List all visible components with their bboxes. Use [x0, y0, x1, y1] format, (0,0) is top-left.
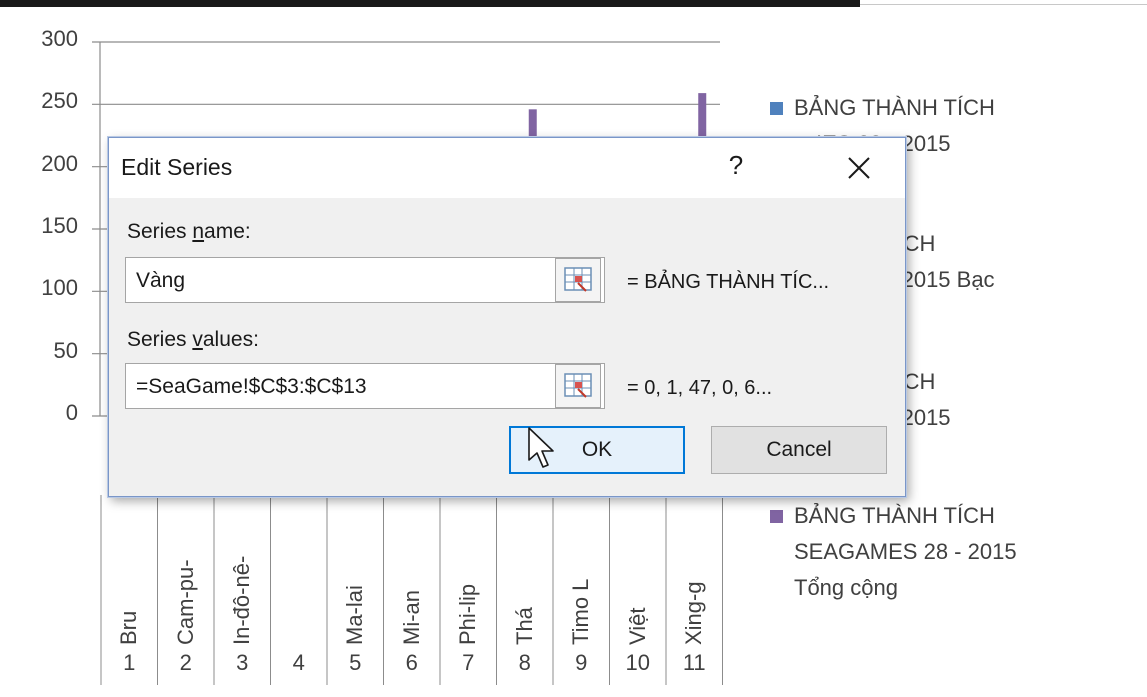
x-category-label: Timo L	[568, 578, 594, 645]
x-category-label: Thá	[511, 607, 537, 645]
cancel-button[interactable]: Cancel	[711, 426, 887, 474]
x-category-number: 5	[349, 650, 362, 675]
series-values-preview: = 0, 1, 47, 0, 6...	[627, 377, 773, 399]
x-category-label	[284, 495, 314, 645]
range-selector-icon	[564, 373, 592, 398]
legend-entry: BẢNG THÀNH TÍCH SEAGAMES 28 - 2015 Tổng cộ…	[768, 498, 1138, 606]
close-icon	[848, 157, 870, 179]
x-category-label: Xing-g	[681, 581, 707, 645]
top-border-line-light	[860, 4, 1147, 5]
close-button[interactable]	[834, 150, 884, 186]
series-name-input[interactable]: Vàng	[125, 257, 605, 303]
legend-text: SEAGAMES 28 - 2015	[794, 539, 1017, 564]
y-tick-label: 0	[65, 400, 78, 425]
y-tick-label: 300	[41, 26, 78, 51]
x-category-number: 4	[292, 650, 305, 675]
legend-swatch	[770, 102, 783, 115]
y-tick-label: 100	[41, 275, 78, 301]
excel-chart-area: 300 250 200 150 100 50 0 Bru Cam-pu- In-đô-nê- Ma…	[0, 0, 1147, 697]
x-category-label: Bru	[116, 610, 142, 645]
legend-text: Tổng cộng	[794, 575, 898, 600]
x-category-number: 2	[179, 650, 192, 675]
x-category-label: Phi-lip	[455, 583, 481, 645]
series-name-range-button[interactable]	[555, 258, 601, 302]
range-selector-icon	[564, 267, 592, 292]
y-tick-label: 50	[53, 337, 78, 363]
series-values-range-button[interactable]	[555, 364, 601, 408]
x-category-number: 11	[682, 650, 706, 675]
series-name-preview: = BẢNG THÀNH TÍC...	[627, 271, 830, 293]
x-category-number: 7	[462, 650, 475, 675]
dialog-title: Edit Series	[121, 154, 233, 180]
legend-swatch	[770, 510, 783, 523]
x-category-number: 8	[518, 650, 531, 675]
series-name-label: Series name:	[127, 220, 251, 243]
x-category-number: 3	[236, 650, 249, 675]
x-category-number: 1	[123, 650, 136, 675]
x-category-number: 10	[625, 650, 650, 675]
y-tick-label: 150	[41, 213, 78, 238]
x-category-label: Cam-pu-	[172, 559, 198, 645]
x-category-label: In-đô-nê-	[229, 555, 255, 645]
x-category-label: Ma-lai	[342, 585, 368, 645]
dialog-titlebar[interactable]: Edit Series ?	[109, 138, 905, 198]
series-values-label: Series values:	[127, 328, 259, 351]
legend-text: BẢNG THÀNH TÍCH	[794, 503, 995, 528]
x-category-label: Mi-an	[398, 589, 424, 645]
series-values-input[interactable]: =SeaGame!$C$3:$C$13	[125, 363, 605, 409]
y-tick-label: 200	[41, 150, 78, 176]
edit-series-dialog: Edit Series ? Series name: Vàng = BẢNG T…	[108, 137, 906, 497]
help-button[interactable]: ?	[721, 150, 751, 184]
mouse-pointer-icon	[528, 427, 554, 468]
x-category-number: 6	[405, 650, 418, 675]
y-tick-label: 250	[41, 88, 78, 114]
x-category-label: Việt	[624, 607, 650, 645]
x-category-number: 9	[575, 650, 588, 675]
legend-text: BẢNG THÀNH TÍCH	[794, 95, 995, 120]
